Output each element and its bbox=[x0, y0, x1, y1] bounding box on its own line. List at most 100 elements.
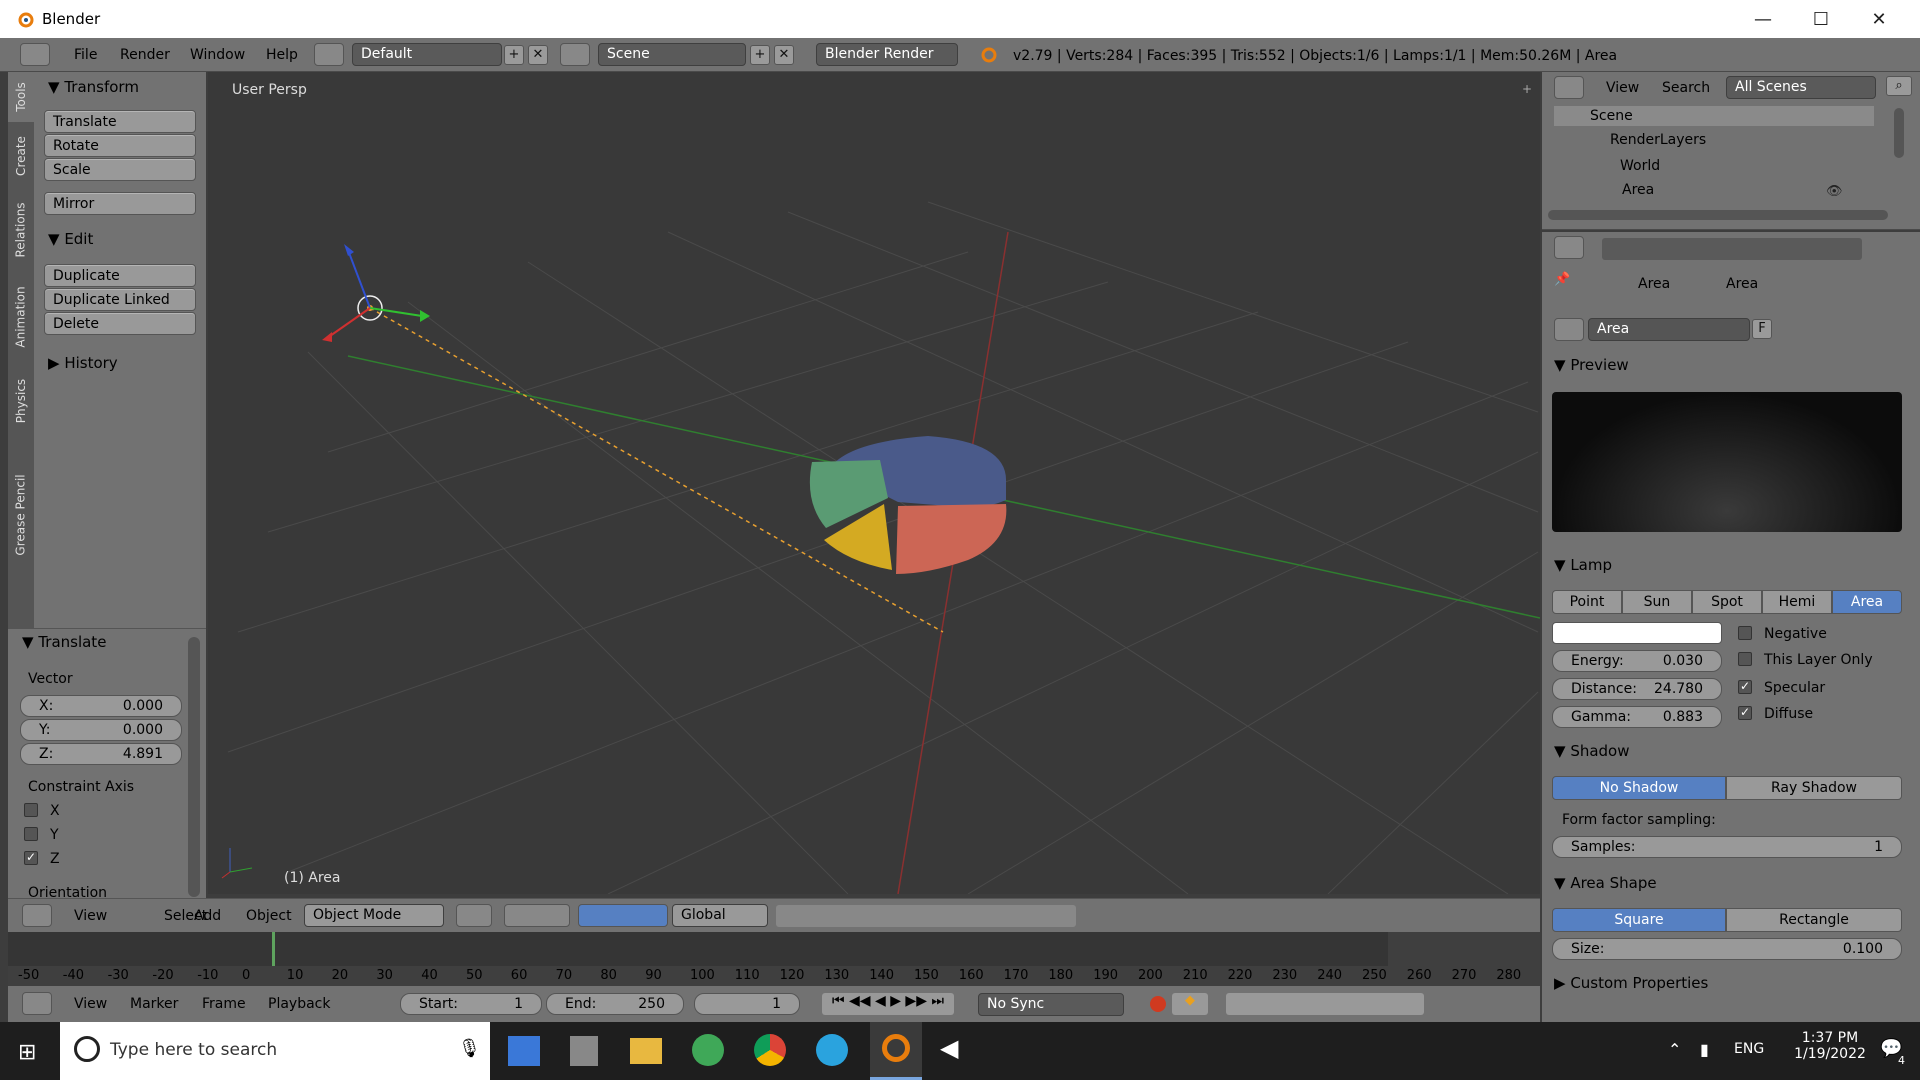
timeline-menu-frame[interactable]: Frame bbox=[202, 996, 246, 1012]
timeline-menu-marker[interactable]: Marker bbox=[130, 996, 178, 1012]
lamp-type-hemi[interactable]: Hemi bbox=[1762, 590, 1832, 614]
start-frame-field[interactable]: Start: 1 bbox=[400, 993, 542, 1015]
outliner-search-icon[interactable]: ⌕ bbox=[1886, 76, 1912, 96]
windows-start-icon[interactable]: ⊞ bbox=[18, 1040, 36, 1065]
taskbar-chrome-icon[interactable] bbox=[754, 1034, 786, 1066]
network-icon[interactable]: ▮ bbox=[1700, 1040, 1709, 1059]
fake-user-button[interactable]: F bbox=[1752, 319, 1772, 339]
y-field[interactable]: Y: 0.000 bbox=[20, 719, 182, 741]
lamp-type-spot[interactable]: Spot bbox=[1692, 590, 1762, 614]
outliner-row-scene[interactable]: Scene bbox=[1554, 106, 1874, 126]
history-panel-header[interactable]: ▶ History bbox=[48, 354, 118, 372]
maximize-button[interactable]: ☐ bbox=[1792, 0, 1850, 38]
lamp-panel-header[interactable]: ▼ Lamp bbox=[1554, 556, 1612, 574]
tray-overflow-icon[interactable]: ⌃ bbox=[1668, 1040, 1681, 1059]
manipulator-buttons[interactable] bbox=[578, 904, 668, 927]
tab-create[interactable]: Create bbox=[8, 126, 34, 186]
menu-help[interactable]: Help bbox=[266, 47, 298, 63]
outliner-view-menu[interactable]: View bbox=[1606, 80, 1639, 96]
translate-button[interactable]: Translate bbox=[44, 110, 196, 133]
pie-red-slice[interactable] bbox=[896, 504, 1007, 574]
menu-window[interactable]: Window bbox=[190, 47, 245, 63]
current-frame-marker[interactable] bbox=[272, 932, 275, 966]
diffuse-checkbox[interactable] bbox=[1738, 705, 1752, 720]
3d-viewport[interactable]: User Persp (1) Area + bbox=[208, 72, 1540, 894]
add-layout-button[interactable]: + bbox=[504, 45, 524, 65]
outliner-row-world[interactable]: World bbox=[1620, 158, 1660, 174]
viewport-menu-add[interactable]: Add bbox=[194, 908, 221, 924]
timeline-menu-playback[interactable]: Playback bbox=[268, 996, 330, 1012]
keying-set-field[interactable] bbox=[1226, 993, 1424, 1015]
outliner-vscrollbar[interactable] bbox=[1894, 108, 1904, 158]
taskbar-telegram-icon[interactable] bbox=[816, 1034, 848, 1066]
taskbar-calculator-icon[interactable] bbox=[570, 1036, 598, 1066]
constraint-z-checkbox[interactable] bbox=[24, 850, 38, 865]
layout-select[interactable]: Default bbox=[352, 43, 502, 66]
language-indicator[interactable]: ENG bbox=[1734, 1041, 1764, 1057]
keyframe-icon[interactable]: ◆ bbox=[1172, 993, 1208, 1015]
taskbar-app-pc-icon[interactable] bbox=[508, 1036, 540, 1066]
tab-physics[interactable]: Physics bbox=[8, 366, 34, 436]
energy-field[interactable]: Energy: 0.030 bbox=[1552, 650, 1722, 672]
lamp-type-sun[interactable]: Sun bbox=[1622, 590, 1692, 614]
z-field[interactable]: Z: 4.891 bbox=[20, 743, 182, 765]
outliner-search-menu[interactable]: Search bbox=[1662, 80, 1710, 96]
duplicate-button[interactable]: Duplicate bbox=[44, 264, 196, 287]
edit-panel-header[interactable]: ▼ Edit bbox=[48, 230, 93, 248]
taskbar-search-box[interactable]: Type here to search 🎙 bbox=[60, 1022, 490, 1080]
render-engine-select[interactable]: Blender Render bbox=[816, 43, 958, 66]
taskbar-file-explorer-icon[interactable] bbox=[630, 1038, 662, 1064]
minimize-button[interactable]: — bbox=[1734, 0, 1792, 38]
operator-scrollbar[interactable] bbox=[188, 637, 200, 897]
clock[interactable]: 1:37 PM 1/19/2022 bbox=[1780, 1030, 1880, 1062]
rotate-button[interactable]: Rotate bbox=[44, 134, 196, 157]
timeline-editor-icon[interactable] bbox=[22, 992, 52, 1015]
viewport-menu-object[interactable]: Object bbox=[246, 908, 292, 924]
outliner-hscrollbar[interactable] bbox=[1548, 210, 1888, 220]
lamp-type-point[interactable]: Point bbox=[1552, 590, 1622, 614]
microphone-icon[interactable]: 🎙 bbox=[458, 1038, 481, 1059]
remove-scene-button[interactable]: ✕ bbox=[774, 45, 794, 65]
viewport-menu-view[interactable]: View bbox=[74, 908, 107, 924]
this-layer-only-checkbox[interactable] bbox=[1738, 652, 1752, 666]
pin-icon[interactable]: 📌 bbox=[1554, 272, 1570, 287]
mode-select[interactable]: Object Mode bbox=[304, 904, 444, 927]
pivot-select[interactable] bbox=[504, 904, 570, 927]
specular-checkbox[interactable] bbox=[1738, 679, 1752, 694]
x-field[interactable]: X: 0.000 bbox=[20, 695, 182, 717]
layer-buttons[interactable] bbox=[776, 905, 1076, 927]
viewport-expand-icon[interactable]: + bbox=[1522, 82, 1536, 96]
tab-tools[interactable]: Tools bbox=[8, 72, 34, 122]
outliner-row-renderlayers[interactable]: RenderLayers bbox=[1610, 132, 1706, 148]
transform-panel-header[interactable]: ▼ Transform bbox=[48, 78, 139, 96]
visibility-eye-icon[interactable]: 👁 bbox=[1826, 184, 1843, 199]
record-icon[interactable] bbox=[1150, 996, 1166, 1012]
add-scene-button[interactable]: + bbox=[750, 45, 770, 65]
shadow-panel-header[interactable]: ▼ Shadow bbox=[1554, 742, 1630, 760]
operator-title[interactable]: ▼ Translate bbox=[22, 633, 106, 651]
samples-field[interactable]: Samples: 1 bbox=[1552, 836, 1902, 858]
rectangle-shape-button[interactable]: Rectangle bbox=[1726, 908, 1902, 932]
outliner-row-area[interactable]: Area bbox=[1622, 182, 1654, 198]
playback-controls[interactable]: ⏮ ◀◀ ◀ ▶ ▶▶ ⏭ bbox=[822, 993, 954, 1015]
taskbar-app-green-icon[interactable] bbox=[692, 1034, 724, 1066]
mirror-button[interactable]: Mirror bbox=[44, 192, 196, 215]
timeline[interactable]: -50 -40 -30 -20 -10 0 10 20 30 40 50 60 70 80 90 100 110… bbox=[8, 932, 1540, 986]
area-shape-panel-header[interactable]: ▼ Area Shape bbox=[1554, 874, 1657, 892]
scale-button[interactable]: Scale bbox=[44, 158, 196, 181]
layout-icon[interactable] bbox=[314, 43, 344, 66]
outliner-display-select[interactable]: All Scenes bbox=[1726, 76, 1876, 99]
menu-render[interactable]: Render bbox=[120, 47, 170, 63]
menu-file[interactable]: File bbox=[74, 47, 97, 63]
taskbar-unity-icon[interactable]: ◀ bbox=[940, 1034, 972, 1066]
properties-editor-icon[interactable] bbox=[1554, 236, 1584, 259]
distance-field[interactable]: Distance: 24.780 bbox=[1552, 678, 1722, 700]
lamp-datablock-icon[interactable] bbox=[1554, 318, 1584, 341]
lamp-color-swatch[interactable] bbox=[1552, 622, 1722, 644]
close-button[interactable]: ✕ bbox=[1850, 0, 1908, 38]
sync-select[interactable]: No Sync bbox=[978, 993, 1124, 1016]
end-frame-field[interactable]: End: 250 bbox=[546, 993, 684, 1015]
shading-select[interactable] bbox=[456, 904, 492, 927]
constraint-x-checkbox[interactable] bbox=[24, 803, 38, 817]
tab-grease-pencil[interactable]: Grease Pencil bbox=[8, 440, 34, 590]
